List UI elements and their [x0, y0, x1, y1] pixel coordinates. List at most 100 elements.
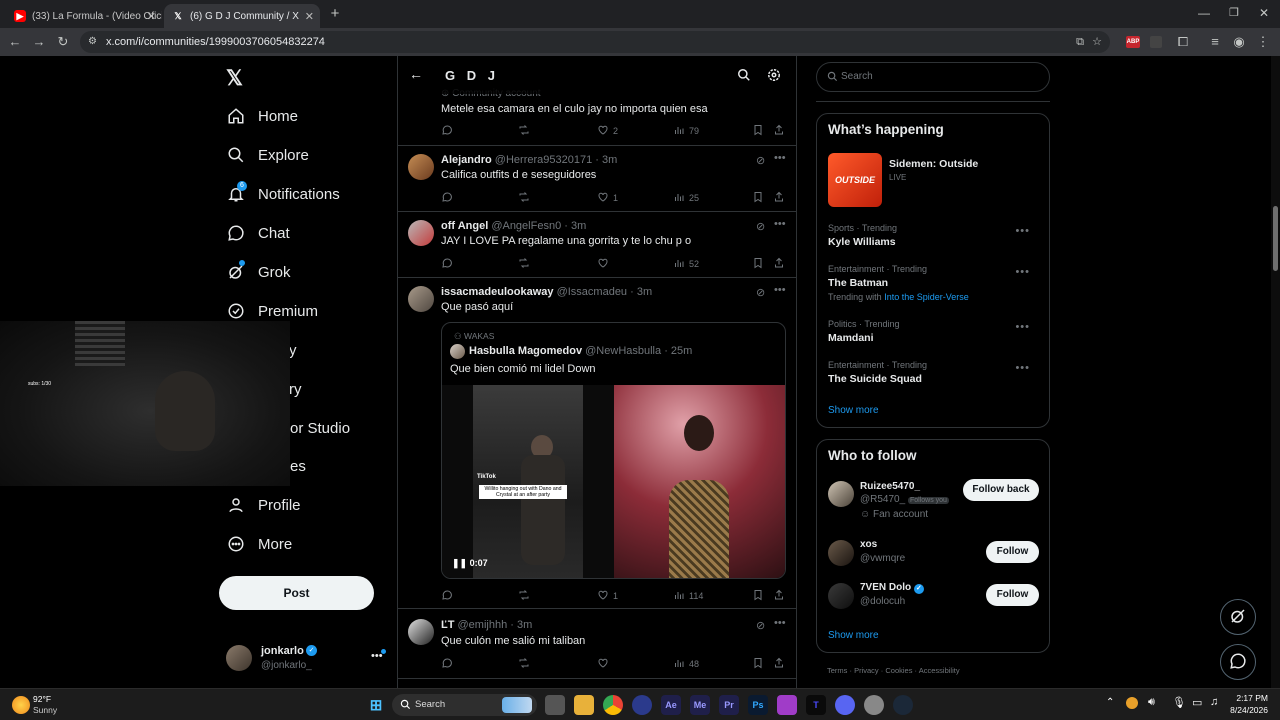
- author-handle[interactable]: @Issacmadeu: [557, 286, 627, 298]
- views-button[interactable]: 48: [673, 657, 699, 671]
- grok-float-button[interactable]: [1220, 599, 1256, 635]
- sun-weather-icon[interactable]: [12, 696, 30, 714]
- views-button[interactable]: 114: [673, 589, 703, 603]
- trend-more-icon[interactable]: •••: [1015, 362, 1030, 374]
- messages-float-button[interactable]: [1220, 644, 1256, 680]
- tweet[interactable]: ĽT @emijhhh · 3m ⊘ ••• Que culón me sali…: [398, 609, 796, 679]
- post-button[interactable]: Post: [219, 576, 374, 610]
- reply-button[interactable]: [441, 257, 457, 271]
- trend-more-icon[interactable]: •••: [1015, 321, 1030, 333]
- share-button[interactable]: [773, 191, 789, 205]
- back-icon[interactable]: ←: [6, 33, 24, 51]
- page-scrollbar[interactable]: [1271, 56, 1280, 688]
- follow-button[interactable]: Follow: [986, 541, 1039, 563]
- trend-more-icon[interactable]: •••: [1015, 225, 1030, 237]
- trend-item[interactable]: Sports · Trending Kyle Williams •••: [828, 223, 1040, 253]
- address-bar[interactable]: ⚙ x.com/i/communities/199900370605483227…: [80, 31, 1110, 53]
- repost-button[interactable]: [518, 589, 534, 603]
- new-tab-button[interactable]: +: [326, 5, 344, 23]
- share-button[interactable]: [773, 657, 789, 671]
- footer-link-privacy[interactable]: Privacy: [854, 666, 879, 675]
- featured-event[interactable]: OUTSIDE Sidemen: Outside LIVE: [828, 153, 1038, 207]
- trend-item[interactable]: Politics · Trending Mamdani •••: [828, 319, 1040, 349]
- sidebar-item-chat[interactable]: Chat: [226, 218, 290, 248]
- media-encoder-icon[interactable]: Me: [690, 695, 710, 715]
- discord-icon[interactable]: [835, 695, 855, 715]
- author-name[interactable]: Alejandro: [441, 154, 492, 166]
- tray-app-icon[interactable]: [1126, 697, 1138, 709]
- grok-explain-icon[interactable]: ⊘: [756, 154, 765, 167]
- site-info-icon[interactable]: ⚙: [88, 31, 97, 53]
- video-player[interactable]: TikTok Willito hanging out with Dano and…: [442, 385, 785, 578]
- forward-icon[interactable]: →: [30, 33, 48, 51]
- reply-button[interactable]: [441, 589, 457, 603]
- account-switcher[interactable]: jonkarlo ✓ @jonkarlo_ •••: [226, 644, 386, 674]
- browser-menu-icon[interactable]: ⋮: [1254, 33, 1272, 51]
- follow-suggestion[interactable]: xos @vwmqre Follow: [828, 537, 1040, 569]
- footer-link-cookies[interactable]: Cookies: [885, 666, 912, 675]
- chrome-icon[interactable]: [603, 695, 623, 715]
- premiere-pro-icon[interactable]: Pr: [719, 695, 739, 715]
- tweet[interactable]: off Angel @AngelFesn0 · 3m ⊘ ••• JAY I L…: [398, 212, 796, 278]
- follow-button[interactable]: Follow: [986, 584, 1039, 606]
- close-tab-icon[interactable]: ✕: [305, 10, 314, 23]
- bookmark-button[interactable]: [752, 124, 768, 138]
- more-options-icon[interactable]: •••: [774, 617, 786, 629]
- display-icon[interactable]: ▭: [1192, 696, 1202, 709]
- close-window-icon[interactable]: ✕: [1259, 6, 1269, 20]
- back-arrow-icon[interactable]: ←: [409, 66, 423, 82]
- repost-button[interactable]: [518, 124, 534, 138]
- minimize-window-icon[interactable]: —: [1198, 6, 1210, 20]
- bookmark-star-icon[interactable]: ☆: [1092, 31, 1102, 53]
- share-button[interactable]: [773, 257, 789, 271]
- settings-gear-icon[interactable]: [767, 68, 781, 85]
- photoshop-icon[interactable]: Ps: [748, 695, 768, 715]
- more-options-icon[interactable]: •••: [774, 152, 786, 164]
- share-button[interactable]: [773, 124, 789, 138]
- like-button[interactable]: [597, 257, 613, 271]
- sidebar-item-partial[interactable]: ry: [289, 374, 302, 404]
- sidebar-item-notifications[interactable]: 6 Notifications: [226, 179, 340, 209]
- media-controls-icon[interactable]: ≡: [1206, 33, 1224, 51]
- like-button[interactable]: 1: [597, 589, 618, 603]
- grok-explain-icon[interactable]: ⊘: [756, 286, 765, 299]
- close-tab-icon[interactable]: ✕: [147, 10, 156, 23]
- restore-window-icon[interactable]: ❐: [1229, 6, 1239, 19]
- reply-button[interactable]: [441, 191, 457, 205]
- app-icon[interactable]: [632, 695, 652, 715]
- app-icon[interactable]: T: [806, 695, 826, 715]
- sidebar-item-partial[interactable]: y: [289, 335, 297, 365]
- more-options-icon[interactable]: •••: [774, 284, 786, 296]
- trend-extra-link[interactable]: Into the Spider-Verse: [884, 292, 969, 302]
- like-button[interactable]: [597, 657, 613, 671]
- more-options-icon[interactable]: •••: [774, 218, 786, 230]
- follow-suggestion[interactable]: 7VEN Dolo ✓ @dolocuh Follow: [828, 580, 1040, 612]
- trend-item[interactable]: Entertainment · Trending The Suicide Squ…: [828, 360, 1040, 390]
- after-effects-icon[interactable]: Ae: [661, 695, 681, 715]
- trend-more-icon[interactable]: •••: [1015, 266, 1030, 278]
- volume-icon[interactable]: 🔊︎: [1148, 696, 1155, 709]
- app-icon[interactable]: [864, 695, 884, 715]
- repost-button[interactable]: [518, 657, 534, 671]
- browser-tab-youtube[interactable]: ▶ (33) La Formula - (Video Oficial ✕: [6, 4, 162, 28]
- windows-start-icon[interactable]: ⊞: [366, 695, 386, 715]
- views-button[interactable]: 52: [673, 257, 699, 271]
- install-app-icon[interactable]: ⧉: [1076, 31, 1084, 53]
- author-handle[interactable]: @emijhhh: [458, 619, 508, 631]
- footer-link-terms[interactable]: Terms: [827, 666, 847, 675]
- show-more-follow-link[interactable]: Show more: [828, 630, 879, 641]
- follow-back-button[interactable]: Follow back: [963, 479, 1039, 501]
- author-handle[interactable]: @Herrera95320171: [495, 154, 592, 166]
- sidebar-item-explore[interactable]: Explore: [226, 140, 309, 170]
- show-more-trends-link[interactable]: Show more: [828, 405, 879, 416]
- bookmark-button[interactable]: [752, 589, 768, 603]
- quoted-tweet[interactable]: ⚇ WAKAS Hasbulla Magomedov @NewHasbulla …: [441, 322, 786, 579]
- search-icon[interactable]: [737, 68, 751, 85]
- file-explorer-icon[interactable]: [574, 695, 594, 715]
- steam-icon[interactable]: [893, 695, 913, 715]
- footer-link-accessibility[interactable]: Accessibility: [919, 666, 960, 675]
- pause-icon[interactable]: ❚❚: [452, 558, 467, 568]
- sidebar-item-creator-studio[interactable]: or Studio: [290, 413, 350, 443]
- grok-explain-icon[interactable]: ⊘: [756, 619, 765, 632]
- scrollbar-thumb[interactable]: [1273, 206, 1278, 271]
